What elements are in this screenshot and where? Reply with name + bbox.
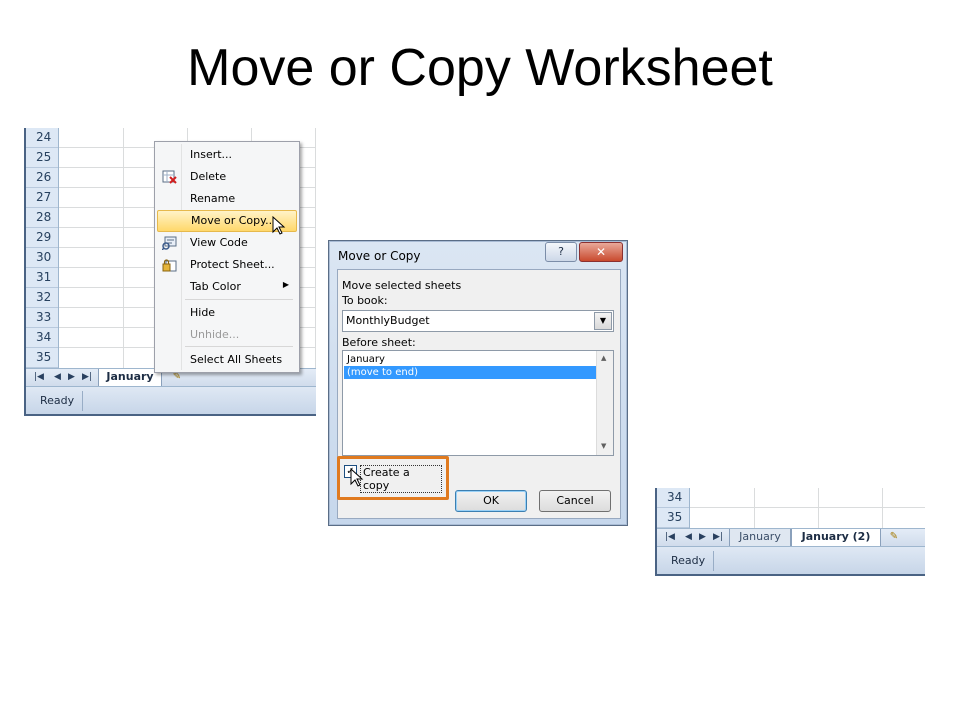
row-number[interactable]: 34 — [657, 488, 689, 508]
row-number[interactable]: 35 — [26, 348, 58, 368]
row-number[interactable]: 26 — [26, 168, 58, 188]
menu-item-view-code[interactable]: View Code — [157, 233, 295, 253]
context-menu: Insert... Delete Rename Move or Copy... … — [154, 141, 300, 373]
grid-line — [315, 128, 316, 368]
first-sheet-icon[interactable]: |◀ — [665, 532, 675, 542]
ok-button[interactable]: OK — [455, 490, 527, 512]
help-button[interactable]: ? — [545, 242, 577, 262]
menu-item-label: Rename — [190, 192, 236, 205]
status-text: Ready — [671, 554, 706, 567]
menu-separator — [185, 346, 293, 347]
scroll-up-icon[interactable]: ▲ — [601, 354, 606, 362]
grid-line — [690, 507, 925, 508]
cancel-button[interactable]: Cancel — [539, 490, 611, 512]
protect-sheet-icon — [162, 259, 177, 272]
scroll-down-icon[interactable]: ▼ — [601, 442, 606, 450]
grid-line — [754, 488, 755, 528]
view-code-icon — [162, 236, 177, 250]
status-divider — [82, 391, 83, 411]
dialog-title: Move or Copy — [338, 249, 421, 263]
menu-item-label: Delete — [190, 170, 227, 183]
grid-line — [882, 488, 883, 528]
chevron-down-icon[interactable]: ▼ — [594, 312, 612, 330]
status-divider — [713, 551, 714, 571]
sheet-tab-january[interactable]: January — [98, 369, 162, 387]
sheet-tab-january-2[interactable]: January (2) — [791, 529, 881, 547]
menu-item-label: Tab Color — [190, 280, 241, 293]
row-number[interactable]: 28 — [26, 208, 58, 228]
menu-item-protect-sheet[interactable]: Protect Sheet... — [157, 255, 295, 275]
menu-item-rename[interactable]: Rename — [157, 189, 295, 209]
menu-item-hide[interactable]: Hide — [157, 303, 295, 323]
menu-item-label: Insert... — [190, 148, 233, 161]
row-number[interactable]: 35 — [657, 508, 689, 528]
grid-line — [123, 128, 124, 368]
to-book-label: To book: — [342, 294, 388, 307]
submenu-arrow-icon: ▶ — [282, 280, 289, 289]
menu-item-unhide: Unhide... — [157, 325, 295, 345]
row-number[interactable]: 24 — [26, 128, 58, 148]
next-sheet-icon[interactable]: ▶ — [68, 372, 75, 382]
row-number[interactable]: 27 — [26, 188, 58, 208]
list-item-move-to-end[interactable]: (move to end) — [344, 366, 598, 379]
to-book-value: MonthlyBudget — [346, 314, 430, 327]
status-bar: Ready — [26, 386, 316, 414]
menu-item-select-all-sheets[interactable]: Select All Sheets — [157, 350, 295, 370]
before-sheet-list[interactable]: January (move to end) ▲ ▼ — [342, 350, 614, 456]
row-number[interactable]: 30 — [26, 248, 58, 268]
menu-item-delete[interactable]: Delete — [157, 167, 295, 187]
row-number[interactable]: 34 — [26, 328, 58, 348]
list-item-january[interactable]: January — [344, 353, 598, 366]
delete-sheet-icon — [162, 170, 177, 184]
list-scrollbar[interactable]: ▲ ▼ — [596, 351, 613, 455]
to-book-select[interactable]: MonthlyBudget ▼ — [342, 310, 614, 332]
row-number[interactable]: 32 — [26, 288, 58, 308]
move-selected-label: Move selected sheets — [342, 279, 462, 292]
mouse-cursor-icon — [350, 468, 364, 487]
menu-item-insert[interactable]: Insert... — [157, 145, 295, 165]
menu-item-label: Hide — [190, 306, 216, 319]
next-sheet-icon[interactable]: ▶ — [699, 532, 706, 542]
prev-sheet-icon[interactable]: ◀ — [685, 532, 692, 542]
before-sheet-label: Before sheet: — [342, 336, 416, 349]
last-sheet-icon[interactable]: ▶| — [713, 532, 723, 542]
row-headers: 34 35 — [657, 488, 690, 528]
close-button[interactable]: ✕ — [579, 242, 623, 262]
row-headers: 24 25 26 27 28 29 30 31 32 33 34 35 — [26, 128, 59, 368]
row-number[interactable]: 31 — [26, 268, 58, 288]
first-sheet-icon[interactable]: |◀ — [34, 372, 44, 382]
row-number[interactable]: 25 — [26, 148, 58, 168]
mouse-cursor-icon — [272, 216, 286, 235]
menu-item-label: Select All Sheets — [190, 353, 283, 366]
row-number[interactable]: 33 — [26, 308, 58, 328]
menu-item-label: Unhide... — [190, 328, 240, 341]
excel-window-right: 34 35 |◀ ◀ ▶ ▶| January January (2) ✎ Re… — [655, 488, 925, 576]
status-text: Ready — [40, 394, 75, 407]
menu-item-label: Protect Sheet... — [190, 258, 275, 271]
menu-item-label: Move or Copy... — [191, 214, 276, 227]
menu-item-label: View Code — [190, 236, 248, 249]
last-sheet-icon[interactable]: ▶| — [82, 372, 92, 382]
insert-sheet-icon[interactable]: ✎ — [883, 530, 905, 544]
sheet-tab-bar: |◀ ◀ ▶ ▶| January January (2) ✎ — [657, 528, 925, 547]
menu-item-tab-color[interactable]: Tab Color ▶ — [157, 277, 295, 297]
grid-line — [818, 488, 819, 528]
sheet-tab-january[interactable]: January — [729, 529, 791, 547]
row-number[interactable]: 29 — [26, 228, 58, 248]
menu-separator — [185, 299, 293, 300]
prev-sheet-icon[interactable]: ◀ — [54, 372, 61, 382]
slide-title: Move or Copy Worksheet — [187, 39, 773, 97]
status-bar: Ready — [657, 546, 925, 574]
